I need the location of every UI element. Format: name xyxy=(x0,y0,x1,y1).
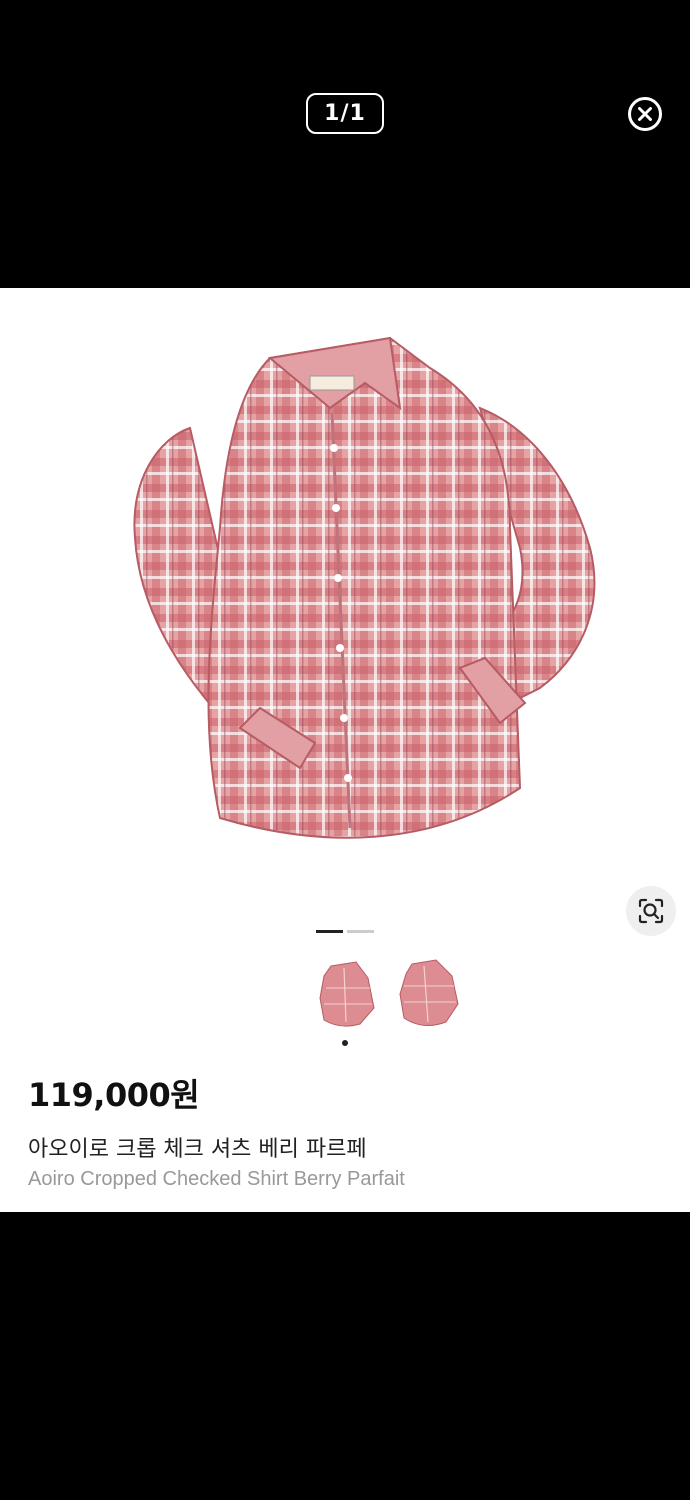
image-progress-active xyxy=(316,930,343,933)
visual-search-button[interactable] xyxy=(626,886,676,936)
product-image[interactable] xyxy=(100,328,620,868)
image-progress-rest xyxy=(347,930,374,933)
close-button[interactable] xyxy=(627,96,663,132)
image-counter: 1/1 xyxy=(306,93,384,134)
visual-search-icon xyxy=(638,898,664,924)
viewer-footer xyxy=(0,1212,690,1500)
product-card: 119,000원 아오이로 크롭 체크 셔츠 베리 파르페 Aoiro Crop… xyxy=(0,288,690,1212)
shirt-thumbnail-2[interactable] xyxy=(398,958,460,1030)
close-circle-icon xyxy=(628,97,662,131)
product-name-english: Aoiro Cropped Checked Shirt Berry Parfai… xyxy=(28,1168,405,1190)
shirt-thumbnail-1[interactable] xyxy=(316,958,378,1030)
thumbnail-indicator xyxy=(342,1040,348,1046)
viewer-header: 1/1 xyxy=(0,0,690,288)
product-price: 119,000원 xyxy=(28,1076,200,1114)
product-name-korean: 아오이로 크롭 체크 셔츠 베리 파르페 xyxy=(28,1137,367,1162)
